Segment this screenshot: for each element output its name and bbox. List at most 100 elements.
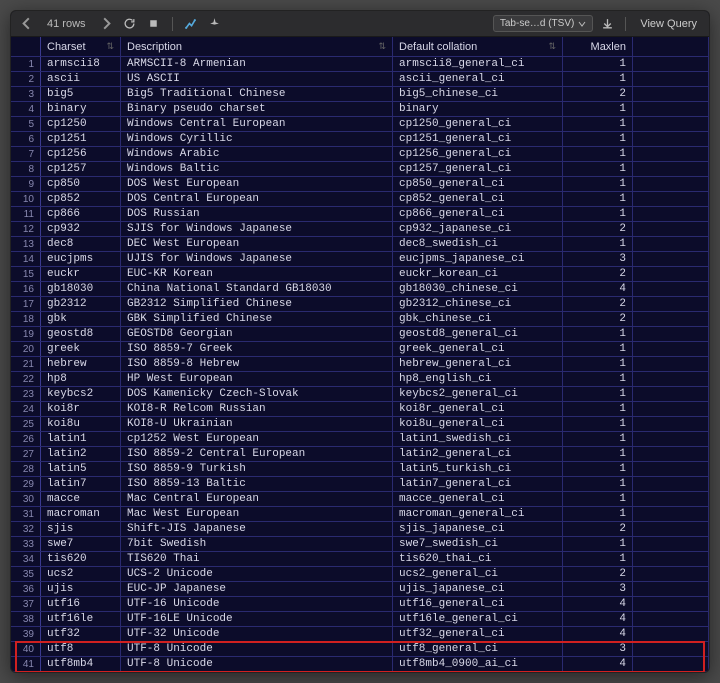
collation-cell[interactable]: utf8_general_ci xyxy=(393,642,563,656)
maxlen-cell[interactable]: 1 xyxy=(563,327,633,341)
maxlen-cell[interactable]: 4 xyxy=(563,657,633,671)
table-row[interactable]: 30macceMac Central Europeanmacce_general… xyxy=(11,492,709,507)
maxlen-cell[interactable]: 4 xyxy=(563,282,633,296)
description-cell[interactable]: UTF-8 Unicode xyxy=(121,657,393,671)
charset-cell[interactable]: koi8u xyxy=(41,417,121,431)
charset-cell[interactable]: gb18030 xyxy=(41,282,121,296)
description-cell[interactable]: DOS West European xyxy=(121,177,393,191)
collation-cell[interactable]: latin2_general_ci xyxy=(393,447,563,461)
description-cell[interactable]: UJIS for Windows Japanese xyxy=(121,252,393,266)
charset-cell[interactable]: dec8 xyxy=(41,237,121,251)
charset-cell[interactable]: utf32 xyxy=(41,627,121,641)
collation-cell[interactable]: utf8mb4_0900_ai_ci xyxy=(393,657,563,671)
table-row[interactable]: 12cp932SJIS for Windows Japanesecp932_ja… xyxy=(11,222,709,237)
charset-cell[interactable]: macce xyxy=(41,492,121,506)
description-cell[interactable]: UCS-2 Unicode xyxy=(121,567,393,581)
collation-cell[interactable]: binary xyxy=(393,102,563,116)
table-row[interactable]: 13dec8DEC West Europeandec8_swedish_ci1 xyxy=(11,237,709,252)
table-row[interactable]: 34tis620TIS620 Thaitis620_thai_ci1 xyxy=(11,552,709,567)
collation-cell[interactable]: cp1250_general_ci xyxy=(393,117,563,131)
maxlen-cell[interactable]: 4 xyxy=(563,627,633,641)
collation-cell[interactable]: cp932_japanese_ci xyxy=(393,222,563,236)
maxlen-cell[interactable]: 1 xyxy=(563,102,633,116)
charset-cell[interactable]: geostd8 xyxy=(41,327,121,341)
description-cell[interactable]: ISO 8859-2 Central European xyxy=(121,447,393,461)
charset-cell[interactable]: cp1250 xyxy=(41,117,121,131)
charset-cell[interactable]: armscii8 xyxy=(41,57,121,71)
table-row[interactable]: 25koi8uKOI8-U Ukrainiankoi8u_general_ci1 xyxy=(11,417,709,432)
table-row[interactable]: 5cp1250Windows Central Europeancp1250_ge… xyxy=(11,117,709,132)
maxlen-cell[interactable]: 1 xyxy=(563,492,633,506)
table-row[interactable]: 22hp8HP West Europeanhp8_english_ci1 xyxy=(11,372,709,387)
table-row[interactable]: 19geostd8GEOSTD8 Georgiangeostd8_general… xyxy=(11,327,709,342)
maxlen-cell[interactable]: 1 xyxy=(563,387,633,401)
maxlen-cell[interactable]: 1 xyxy=(563,117,633,131)
collation-cell[interactable]: ascii_general_ci xyxy=(393,72,563,86)
description-cell[interactable]: Mac Central European xyxy=(121,492,393,506)
maxlen-cell[interactable]: 2 xyxy=(563,267,633,281)
col-header-charset[interactable]: Charset⇅ xyxy=(41,37,121,56)
charset-cell[interactable]: ascii xyxy=(41,72,121,86)
maxlen-cell[interactable]: 1 xyxy=(563,162,633,176)
pin-button[interactable] xyxy=(205,14,225,34)
collation-cell[interactable]: cp1256_general_ci xyxy=(393,147,563,161)
chart-button[interactable] xyxy=(181,14,201,34)
maxlen-cell[interactable]: 1 xyxy=(563,72,633,86)
charset-cell[interactable]: utf8mb4 xyxy=(41,657,121,671)
charset-cell[interactable]: cp1257 xyxy=(41,162,121,176)
export-format-dropdown[interactable]: Tab-se…d (TSV) xyxy=(493,15,593,32)
maxlen-cell[interactable]: 1 xyxy=(563,507,633,521)
table-row[interactable]: 4binaryBinary pseudo charsetbinary1 xyxy=(11,102,709,117)
collation-cell[interactable]: cp1257_general_ci xyxy=(393,162,563,176)
collation-cell[interactable]: hebrew_general_ci xyxy=(393,357,563,371)
charset-cell[interactable]: cp932 xyxy=(41,222,121,236)
charset-cell[interactable]: gbk xyxy=(41,312,121,326)
description-cell[interactable]: TIS620 Thai xyxy=(121,552,393,566)
description-cell[interactable]: EUC-KR Korean xyxy=(121,267,393,281)
charset-cell[interactable]: utf16 xyxy=(41,597,121,611)
collation-cell[interactable]: eucjpms_japanese_ci xyxy=(393,252,563,266)
description-cell[interactable]: Big5 Traditional Chinese xyxy=(121,87,393,101)
collation-cell[interactable]: cp866_general_ci xyxy=(393,207,563,221)
collation-cell[interactable]: hp8_english_ci xyxy=(393,372,563,386)
collation-cell[interactable]: ucs2_general_ci xyxy=(393,567,563,581)
maxlen-cell[interactable]: 4 xyxy=(563,597,633,611)
description-cell[interactable]: ISO 8859-7 Greek xyxy=(121,342,393,356)
table-row[interactable]: 17gb2312GB2312 Simplified Chinesegb2312_… xyxy=(11,297,709,312)
table-row[interactable]: 24koi8rKOI8-R Relcom Russiankoi8r_genera… xyxy=(11,402,709,417)
description-cell[interactable]: ISO 8859-9 Turkish xyxy=(121,462,393,476)
table-row[interactable]: 32sjisShift-JIS Japanesesjis_japanese_ci… xyxy=(11,522,709,537)
table-row[interactable]: 11cp866DOS Russiancp866_general_ci1 xyxy=(11,207,709,222)
maxlen-cell[interactable]: 1 xyxy=(563,462,633,476)
charset-cell[interactable]: latin1 xyxy=(41,432,121,446)
collation-cell[interactable]: macce_general_ci xyxy=(393,492,563,506)
charset-cell[interactable]: hp8 xyxy=(41,372,121,386)
description-cell[interactable]: Mac West European xyxy=(121,507,393,521)
charset-cell[interactable]: gb2312 xyxy=(41,297,121,311)
maxlen-cell[interactable]: 3 xyxy=(563,642,633,656)
charset-cell[interactable]: tis620 xyxy=(41,552,121,566)
table-row[interactable]: 41utf8mb4UTF-8 Unicodeutf8mb4_0900_ai_ci… xyxy=(11,657,709,672)
description-cell[interactable]: KOI8-U Ukrainian xyxy=(121,417,393,431)
collation-cell[interactable]: big5_chinese_ci xyxy=(393,87,563,101)
description-cell[interactable]: UTF-16 Unicode xyxy=(121,597,393,611)
maxlen-cell[interactable]: 1 xyxy=(563,342,633,356)
maxlen-cell[interactable]: 2 xyxy=(563,567,633,581)
col-header-maxlen[interactable]: Maxlen xyxy=(563,37,633,56)
collation-cell[interactable]: ujis_japanese_ci xyxy=(393,582,563,596)
maxlen-cell[interactable]: 1 xyxy=(563,147,633,161)
maxlen-cell[interactable]: 1 xyxy=(563,402,633,416)
maxlen-cell[interactable]: 1 xyxy=(563,432,633,446)
table-row[interactable]: 7cp1256Windows Arabiccp1256_general_ci1 xyxy=(11,147,709,162)
collation-cell[interactable]: gb2312_chinese_ci xyxy=(393,297,563,311)
collation-cell[interactable]: greek_general_ci xyxy=(393,342,563,356)
description-cell[interactable]: China National Standard GB18030 xyxy=(121,282,393,296)
description-cell[interactable]: SJIS for Windows Japanese xyxy=(121,222,393,236)
description-cell[interactable]: DOS Russian xyxy=(121,207,393,221)
table-row[interactable]: 31macromanMac West Europeanmacroman_gene… xyxy=(11,507,709,522)
description-cell[interactable]: HP West European xyxy=(121,372,393,386)
charset-cell[interactable]: eucjpms xyxy=(41,252,121,266)
collation-cell[interactable]: euckr_korean_ci xyxy=(393,267,563,281)
col-header-description[interactable]: Description⇅ xyxy=(121,37,393,56)
collation-cell[interactable]: geostd8_general_ci xyxy=(393,327,563,341)
